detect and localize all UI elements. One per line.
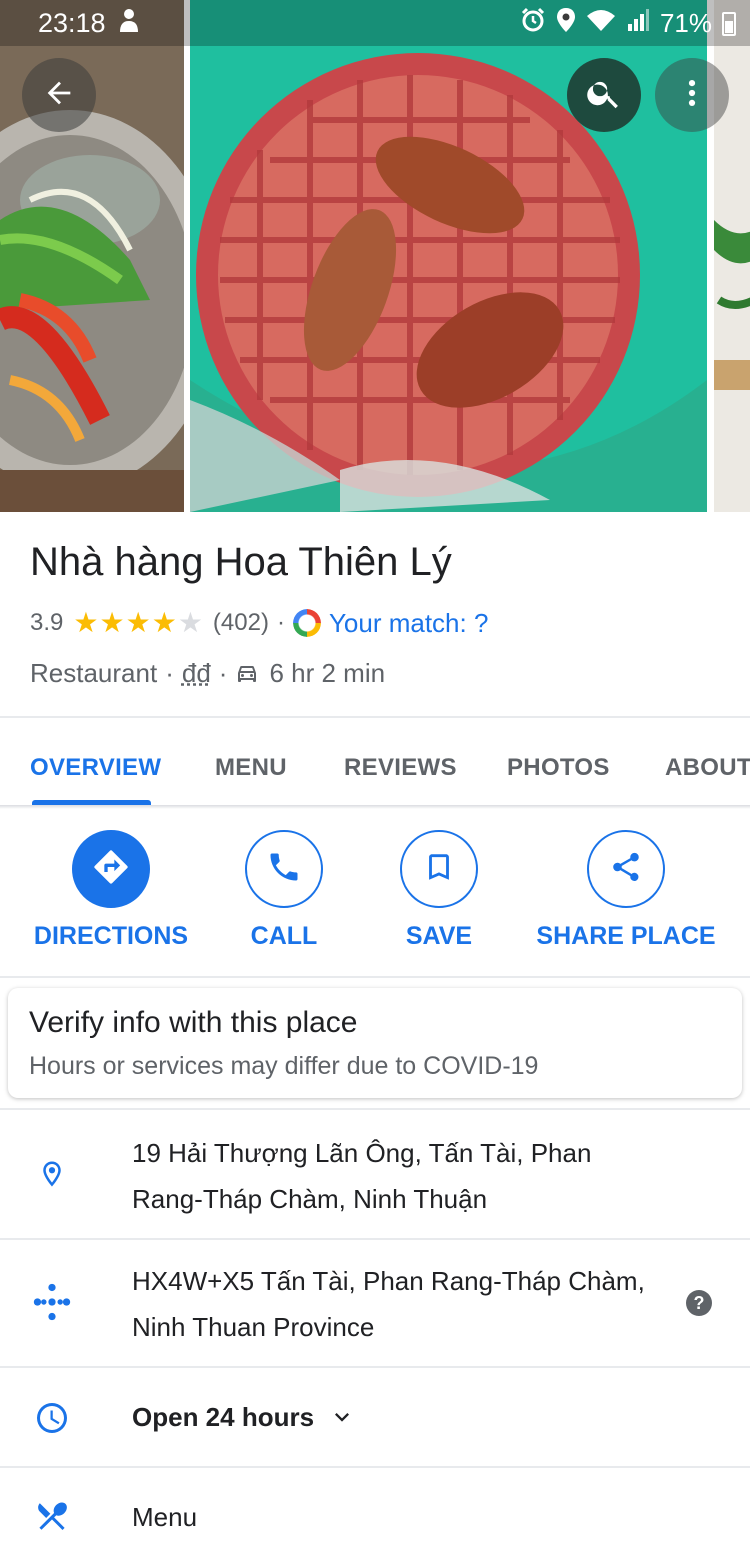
place-meta-row: Restaurant · đđ · 6 hr 2 min xyxy=(30,656,385,690)
plus-code-line-1: HX4W+X5 Tấn Tài, Phan Rang-Tháp Chàm, xyxy=(132,1258,672,1304)
help-icon[interactable]: ? xyxy=(686,1290,712,1316)
tab-reviews[interactable]: REVIEWS xyxy=(344,754,457,782)
directions-icon xyxy=(91,847,131,892)
save-circle[interactable] xyxy=(400,830,478,908)
verify-info-subtitle: Hours or services may differ due to COVI… xyxy=(29,1052,538,1081)
address-line-1: 19 Hải Thượng Lãn Ông, Tấn Tài, Phan xyxy=(132,1130,672,1176)
plus-code-text: HX4W+X5 Tấn Tài, Phan Rang-Tháp Chàm, Ni… xyxy=(132,1258,672,1350)
plus-code-line-2: Ninh Thuan Province xyxy=(132,1304,672,1350)
tab-photos[interactable]: PHOTOS xyxy=(507,754,610,782)
arrow-left-icon xyxy=(42,76,76,115)
more-vert-icon xyxy=(675,76,709,115)
save-button[interactable]: SAVE xyxy=(389,830,489,951)
tab-bar: OVERVIEW MENU REVIEWS PHOTOS ABOUT xyxy=(0,740,750,804)
battery-percentage: 71% xyxy=(660,8,712,39)
car-icon xyxy=(235,661,259,685)
save-label: SAVE xyxy=(406,922,472,951)
tab-bar-shadow xyxy=(0,805,750,809)
address-row[interactable]: 19 Hải Thượng Lãn Ông, Tấn Tài, Phan Ran… xyxy=(0,1110,750,1238)
wifi-icon xyxy=(586,8,616,39)
chevron-down-icon[interactable] xyxy=(328,1403,356,1431)
share-place-button[interactable]: SHARE PLACE xyxy=(535,830,717,951)
star-empty-icon: ★ xyxy=(178,609,203,637)
hours-text: Open 24 hours xyxy=(132,1394,314,1440)
menu-row[interactable]: Menu xyxy=(0,1468,750,1541)
divider xyxy=(0,716,750,718)
directions-circle[interactable] xyxy=(72,830,150,908)
plus-code-row[interactable]: HX4W+X5 Tấn Tài, Phan Rang-Tháp Chàm, Ni… xyxy=(0,1240,750,1366)
separator-dot: · xyxy=(277,609,285,637)
call-label: CALL xyxy=(251,922,318,951)
place-category: Restaurant xyxy=(30,658,157,689)
notification-person-icon xyxy=(118,8,140,40)
verify-info-card[interactable]: Verify info with this place Hours or ser… xyxy=(8,988,742,1098)
google-logo-icon xyxy=(293,609,321,637)
alarm-icon xyxy=(520,7,546,40)
photo-carousel[interactable]: 23:18 71% xyxy=(0,0,750,512)
back-button[interactable] xyxy=(22,58,96,132)
rating-row[interactable]: 3.9 ★ ★ ★ ★ ★ (402) · Your match: ? xyxy=(30,606,488,640)
star-icon: ★ xyxy=(152,609,177,637)
address-line-2: Rang-Tháp Chàm, Ninh Thuận xyxy=(132,1176,672,1222)
rating-value: 3.9 xyxy=(30,609,63,637)
plus-code-icon xyxy=(32,1282,72,1322)
call-button[interactable]: CALL xyxy=(234,830,334,951)
tab-about[interactable]: ABOUT xyxy=(665,754,750,782)
status-time: 23:18 xyxy=(38,8,106,39)
phone-icon xyxy=(266,849,302,890)
place-title: Nhà hàng Hoa Thiên Lý xyxy=(30,540,452,585)
separator-dot: · xyxy=(219,658,228,689)
directions-label: DIRECTIONS xyxy=(34,922,188,951)
status-bar: 23:18 71% xyxy=(0,0,750,46)
tab-overview[interactable]: OVERVIEW xyxy=(30,754,161,782)
address-text: 19 Hải Thượng Lãn Ông, Tấn Tài, Phan Ran… xyxy=(132,1130,672,1222)
location-status-icon xyxy=(556,7,576,40)
battery-icon xyxy=(722,12,736,36)
hours-row[interactable]: Open 24 hours xyxy=(0,1368,750,1466)
hours-text-wrap: Open 24 hours xyxy=(132,1394,356,1440)
search-button[interactable] xyxy=(567,58,641,132)
menu-text: Menu xyxy=(132,1494,672,1540)
search-icon xyxy=(585,74,623,117)
review-count[interactable]: (402) xyxy=(213,609,269,637)
bookmark-icon xyxy=(422,850,456,889)
rating-stars: ★ ★ ★ ★ ★ xyxy=(73,609,203,637)
drive-time: 6 hr 2 min xyxy=(269,658,385,689)
your-match-link[interactable]: Your match: ? xyxy=(329,608,488,639)
divider xyxy=(0,976,750,978)
star-icon: ★ xyxy=(126,609,151,637)
star-icon: ★ xyxy=(73,609,98,637)
tab-menu[interactable]: MENU xyxy=(215,754,287,782)
location-pin-icon xyxy=(32,1154,72,1194)
price-level: đđ xyxy=(182,658,211,689)
share-circle[interactable] xyxy=(587,830,665,908)
separator-dot: · xyxy=(165,658,174,689)
more-options-button[interactable] xyxy=(655,58,729,132)
star-icon: ★ xyxy=(99,609,124,637)
share-place-label: SHARE PLACE xyxy=(536,922,715,951)
verify-info-title: Verify info with this place xyxy=(29,1006,358,1040)
signal-icon xyxy=(626,8,650,39)
share-icon xyxy=(609,850,643,889)
clock-icon xyxy=(32,1398,72,1438)
restaurant-icon xyxy=(32,1496,72,1536)
call-circle[interactable] xyxy=(245,830,323,908)
directions-button[interactable]: DIRECTIONS xyxy=(33,830,189,951)
